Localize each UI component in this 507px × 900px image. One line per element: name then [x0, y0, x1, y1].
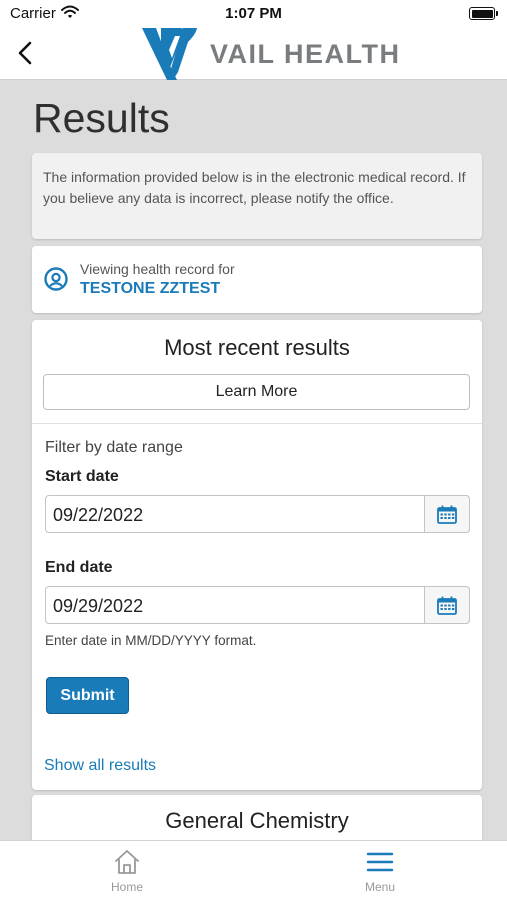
tab-menu-label: Menu	[364, 880, 396, 894]
divider	[32, 423, 482, 424]
calendar-icon	[437, 505, 457, 524]
date-format-hint: Enter date in MM/DD/YYYY format.	[45, 633, 257, 648]
status-bar: Carrier 1:07 PM	[0, 0, 507, 28]
battery-icon	[469, 7, 498, 20]
recent-results-title: Most recent results	[164, 335, 350, 360]
chevron-left-icon	[18, 41, 32, 65]
hamburger-menu-icon	[366, 852, 394, 872]
learn-more-button[interactable]: Learn More	[43, 374, 470, 410]
filter-label: Filter by date range	[45, 439, 183, 456]
end-date-field[interactable]: 09/29/2022	[45, 586, 470, 624]
patient-card: Viewing health record for TESTONE ZZTEST	[32, 246, 482, 313]
person-circle-icon	[44, 267, 68, 296]
viewing-label: Viewing health record for	[80, 261, 235, 277]
submit-button[interactable]: Submit	[46, 677, 129, 714]
show-all-results-link[interactable]: Show all results	[44, 757, 156, 775]
brand-name: VAIL HEALTH	[210, 38, 401, 69]
patient-name: TESTONE ZZTEST	[80, 280, 221, 297]
tab-home[interactable]: Home	[87, 849, 167, 899]
start-date-field[interactable]: 09/22/2022	[45, 495, 470, 533]
end-date-value[interactable]: 09/29/2022	[53, 596, 143, 617]
end-date-calendar-button[interactable]	[424, 586, 470, 624]
back-button[interactable]	[10, 38, 40, 68]
end-date-label: End date	[45, 559, 113, 576]
logo-mark-icon	[142, 28, 197, 80]
general-chemistry-title: General Chemistry	[165, 808, 349, 833]
tab-menu[interactable]: Menu	[340, 849, 420, 899]
main-content[interactable]: Results The information provided below i…	[0, 81, 507, 840]
vail-health-logo: VAIL HEALTH	[142, 28, 401, 80]
calendar-icon	[437, 596, 457, 615]
tab-bar: Home Menu	[0, 840, 507, 900]
medical-record-notice: The information provided below is in the…	[32, 153, 482, 239]
start-date-calendar-button[interactable]	[424, 495, 470, 533]
start-date-label: Start date	[45, 468, 119, 485]
nav-bar: VAIL HEALTH	[0, 28, 507, 80]
home-icon	[115, 850, 139, 874]
clock: 1:07 PM	[225, 5, 282, 22]
general-chemistry-card[interactable]: General Chemistry	[32, 795, 482, 840]
tab-home-label: Home	[110, 880, 143, 894]
start-date-value[interactable]: 09/22/2022	[53, 505, 143, 526]
recent-results-card: Most recent results Learn More Filter by…	[32, 320, 482, 790]
page-title: Results	[33, 95, 170, 141]
